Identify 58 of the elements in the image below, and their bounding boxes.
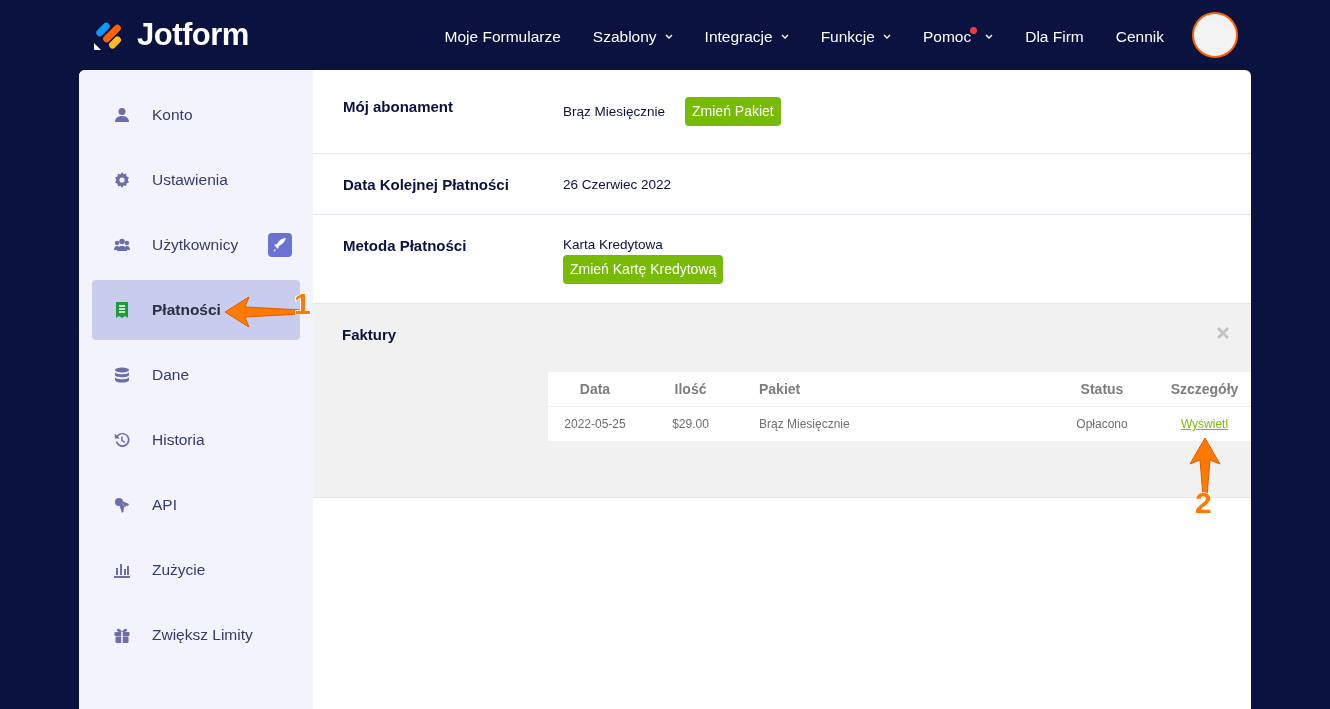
sidebar-label: Konto [152, 106, 193, 124]
keys-icon [114, 497, 130, 513]
sidebar-item[interactable]: Dane [92, 345, 300, 405]
chevron-down-icon [985, 34, 994, 39]
sidebar-label: Zwiększ Limity [152, 626, 253, 644]
sidebar-item[interactable]: Użytkownicy [92, 215, 300, 275]
person-icon [114, 107, 130, 123]
sidebar-label: Zużycie [152, 561, 206, 579]
nav-link[interactable]: Cennik [1115, 23, 1164, 47]
sidebar-item[interactable]: API [92, 475, 300, 535]
field-label: Metoda Płatności [343, 237, 468, 256]
sidebar-item[interactable]: Zużycie [92, 540, 300, 600]
table-cell: Opłacono [1046, 406, 1158, 441]
bar-chart-icon [114, 562, 130, 578]
section-title: Faktury [342, 326, 397, 343]
value-text: Karta Kredytowa [563, 237, 663, 252]
nav-link[interactable]: Dla Firm [1025, 23, 1084, 47]
column-header: Szczegóły [1158, 372, 1251, 407]
callout-number: 2 [1195, 486, 1212, 520]
nav-link[interactable]: Pomoc [922, 23, 994, 47]
value-text: 26 Czerwiec 2022 [563, 176, 672, 192]
sidebar-label: Płatności [152, 301, 221, 319]
gift-icon [114, 627, 130, 643]
brand-name[interactable]: Jotform [137, 17, 249, 53]
sidebar-item[interactable]: Konto [92, 85, 300, 145]
notification-dot [970, 26, 978, 34]
sidebar-label: Historia [152, 431, 205, 449]
sidebar-label: Dane [152, 366, 190, 384]
chevron-down-icon [882, 34, 891, 39]
people-icon [114, 237, 130, 253]
table-cell: Brąz Miesięcznie [739, 406, 1046, 441]
column-header: Pakiet [739, 372, 1046, 407]
table-cell: 2022-05-25 [548, 406, 642, 441]
sidebar-label: API [152, 496, 177, 514]
database-icon [114, 367, 130, 383]
sidebar-item[interactable]: Ustawienia [92, 150, 300, 210]
column-header: Ilość [642, 372, 739, 407]
column-header: Data [548, 372, 642, 407]
rocket-icon[interactable] [268, 233, 292, 257]
sidebar-item[interactable]: Zwiększ Limity [92, 605, 300, 665]
nav-link[interactable]: Integracje [704, 23, 789, 47]
sidebar-label: Użytkownicy [152, 236, 239, 254]
sidebar-label: Ustawienia [152, 171, 228, 189]
field-label: Mój abonament [343, 98, 454, 115]
column-header: Status [1046, 372, 1158, 407]
sidebar-item[interactable]: Historia [92, 410, 300, 470]
nav-link[interactable]: Moje Formularze [444, 23, 561, 47]
nav-link[interactable]: Szablony [592, 23, 673, 47]
chevron-down-icon [780, 34, 789, 39]
chevron-down-icon [664, 34, 673, 39]
nav-link[interactable]: Funkcje [820, 23, 891, 47]
avatar[interactable] [1192, 12, 1238, 58]
field-label: Data Kolejnej Płatności [343, 175, 510, 193]
gear-icon [114, 172, 130, 188]
value-text: Brąz Miesięcznie [563, 104, 666, 119]
receipt-icon [114, 302, 130, 318]
table-cell: $29.00 [642, 406, 739, 441]
history-icon [114, 432, 130, 448]
